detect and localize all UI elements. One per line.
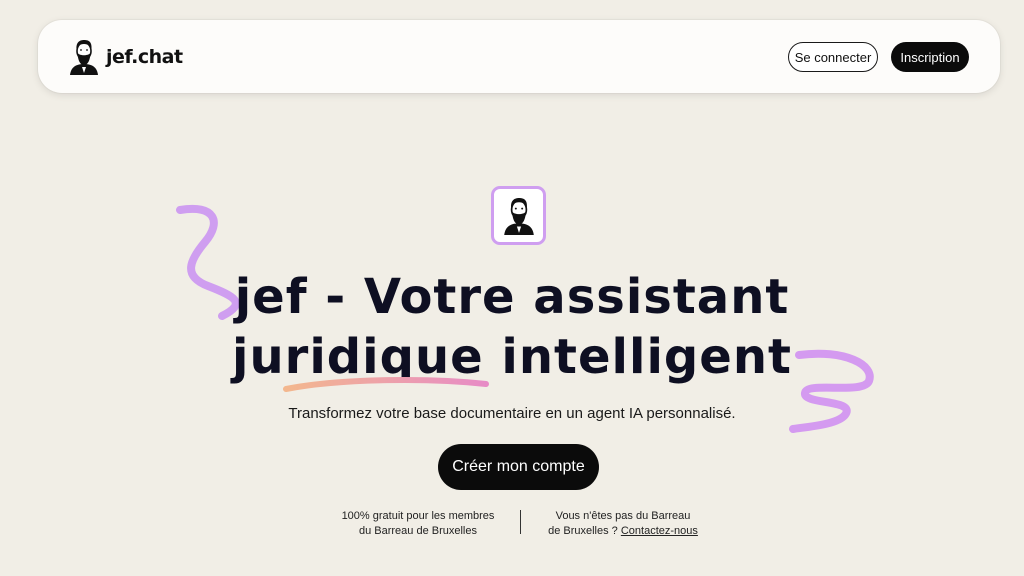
jef-portrait-icon: [503, 197, 534, 235]
contact-link[interactable]: Contactez-nous: [621, 525, 698, 537]
contact-note-line-1: Vous n'êtes pas du Barreau: [555, 510, 691, 522]
signup-button[interactable]: Inscription: [891, 42, 969, 72]
highlight-underline: [283, 377, 489, 392]
free-note-line-1: 100% gratuit pour les membres: [341, 510, 495, 522]
hero-title-line-1: jef - Votre assistant: [234, 269, 790, 325]
contact-note-prefix: de Bruxelles ?: [548, 524, 618, 537]
hero-avatar: [491, 186, 546, 245]
create-account-button[interactable]: Créer mon compte: [438, 444, 599, 490]
contact-note-line-2: de Bruxelles ? Contactez-nous: [528, 524, 718, 539]
brand-logo[interactable]: jef.chat: [68, 39, 183, 75]
top-navbar: jef.chat Se connecter Inscription: [38, 20, 1000, 93]
hero-title-line-2: juridique intelligent: [0, 333, 1024, 381]
contact-note: Vous n'êtes pas du Barreau de Bruxelles …: [528, 509, 718, 539]
brand-name: jef.chat: [106, 46, 183, 68]
hero-title-rest: intelligent: [501, 329, 792, 385]
login-button[interactable]: Se connecter: [788, 42, 878, 72]
jef-portrait-icon: [70, 40, 98, 75]
free-membership-note: 100% gratuit pour les membres du Barreau…: [322, 509, 514, 539]
hero-subtitle: Transformez votre base documentaire en u…: [288, 405, 736, 422]
free-note-line-2: du Barreau de Bruxelles: [358, 524, 477, 537]
footer-divider: [520, 510, 521, 534]
